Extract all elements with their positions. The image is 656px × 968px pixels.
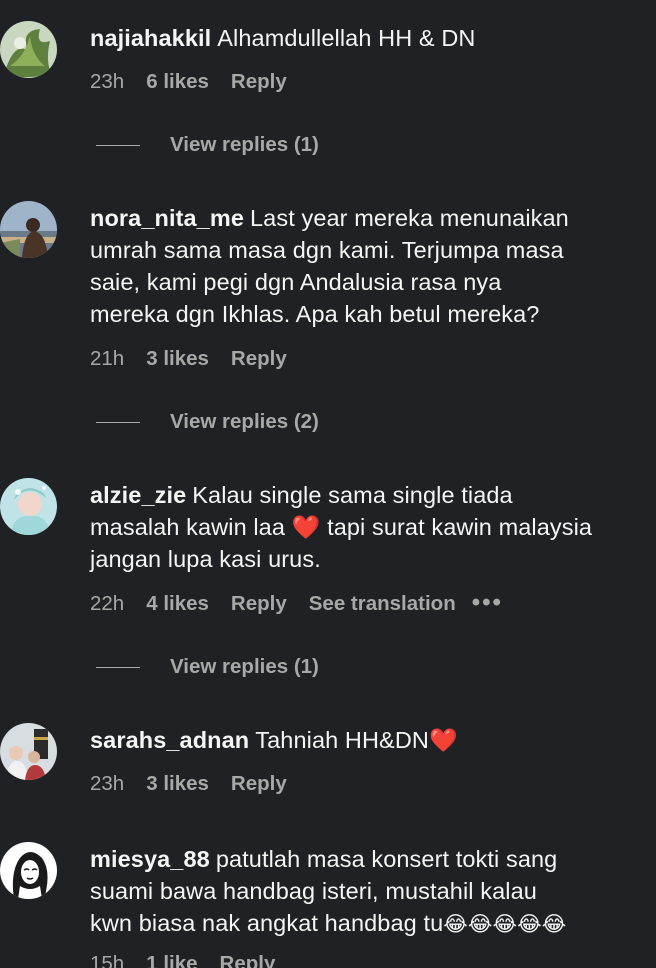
view-replies-button[interactable]: View replies (1) (96, 130, 319, 160)
username[interactable]: alzie_zie (90, 482, 186, 508)
heart-emoji-icon: ❤️ (428, 727, 458, 753)
likes-count[interactable]: 1 like (146, 952, 197, 968)
view-replies-button[interactable]: View replies (2) (96, 407, 319, 437)
likes-count[interactable]: 3 likes (146, 772, 209, 796)
timestamp: 21h (90, 347, 125, 370)
likes-count[interactable]: 4 likes (146, 592, 209, 616)
comment-text-line: kwn biasa nak angkat handbag tu (90, 910, 444, 936)
view-replies-label: View replies (1) (170, 133, 319, 156)
comment-body: sarahs_adnan Tahniah HH&DN❤️ (90, 724, 640, 756)
comment-meta: 21h 3 likes Reply (90, 344, 309, 374)
view-replies-button[interactable]: View replies (1) (96, 652, 319, 682)
reply-button[interactable]: Reply (231, 70, 287, 94)
comment-text: Tahniah HH&DN (255, 727, 429, 753)
likes-count[interactable]: 3 likes (146, 347, 209, 371)
timestamp: 15h (90, 952, 125, 968)
comment-body: najiahakkil Alhamdullellah HH & DN (90, 22, 640, 54)
likes-count[interactable]: 6 likes (146, 70, 209, 94)
reply-button[interactable]: Reply (231, 592, 287, 616)
view-replies-label: View replies (2) (170, 410, 319, 433)
avatar[interactable] (0, 201, 57, 258)
comment-text-line: suami bawa handbag isteri, mustahil kala… (90, 878, 537, 904)
comment-text-line: saie, kami pegi dgn Andalusia rasa nya (90, 269, 502, 295)
comment-text: Alhamdullellah HH & DN (217, 25, 476, 51)
reply-button[interactable]: Reply (220, 952, 276, 968)
comment-text-line: masalah kawin laa (90, 514, 286, 540)
username[interactable]: miesya_88 (90, 846, 210, 872)
more-options-icon[interactable]: ••• (472, 589, 503, 617)
comment-text-line: jangan lupa kasi urus. (90, 546, 321, 572)
comment-text-line: Last year mereka menunaikan (250, 205, 569, 231)
timestamp: 22h (90, 592, 125, 615)
comment-text-line: patutlah masa konsert tokti sang (215, 846, 558, 872)
comment-text-line: mereka dgn Ikhlas. Apa kah betul mereka? (90, 301, 540, 327)
avatar[interactable] (0, 21, 57, 78)
laughing-emoji-icon: 😂😂😂😂😂 (443, 912, 567, 936)
divider (96, 421, 140, 423)
reply-button[interactable]: Reply (231, 347, 287, 371)
username[interactable]: nora_nita_me (90, 205, 244, 231)
comment-meta: 22h 4 likes Reply See translation ••• (90, 589, 503, 619)
comments-feed: najiahakkil Alhamdullellah HH & DN 23h 6 … (0, 0, 656, 968)
comment-meta: 15h 1 like Reply (90, 949, 297, 968)
view-replies-label: View replies (1) (170, 655, 319, 678)
comment-text-line: tapi surat kawin malaysia (327, 514, 593, 540)
username[interactable]: sarahs_adnan (90, 727, 249, 753)
comment-text-line: Kalau single sama single tiada (192, 482, 513, 508)
avatar[interactable] (0, 842, 57, 899)
comment-body: alzie_zie Kalau single sama single tiada … (90, 479, 640, 575)
comment-body: miesya_88 patutlah masa konsert tokti san… (90, 843, 640, 940)
avatar[interactable] (0, 723, 57, 780)
heart-emoji-icon: ❤️ (291, 514, 321, 540)
comment-meta: 23h 6 likes Reply (90, 67, 309, 97)
comment-text-line: umrah sama masa dgn kami. Terjumpa masa (90, 237, 564, 263)
timestamp: 23h (90, 70, 125, 93)
divider (96, 666, 140, 668)
comment-body: nora_nita_me Last year mereka menunaikan … (90, 202, 640, 330)
avatar[interactable] (0, 478, 57, 535)
see-translation-button[interactable]: See translation (309, 592, 456, 616)
reply-button[interactable]: Reply (231, 772, 287, 796)
username[interactable]: najiahakkil (90, 25, 211, 51)
comment-meta: 23h 3 likes Reply (90, 769, 309, 799)
timestamp: 23h (90, 772, 125, 795)
divider (96, 144, 140, 146)
